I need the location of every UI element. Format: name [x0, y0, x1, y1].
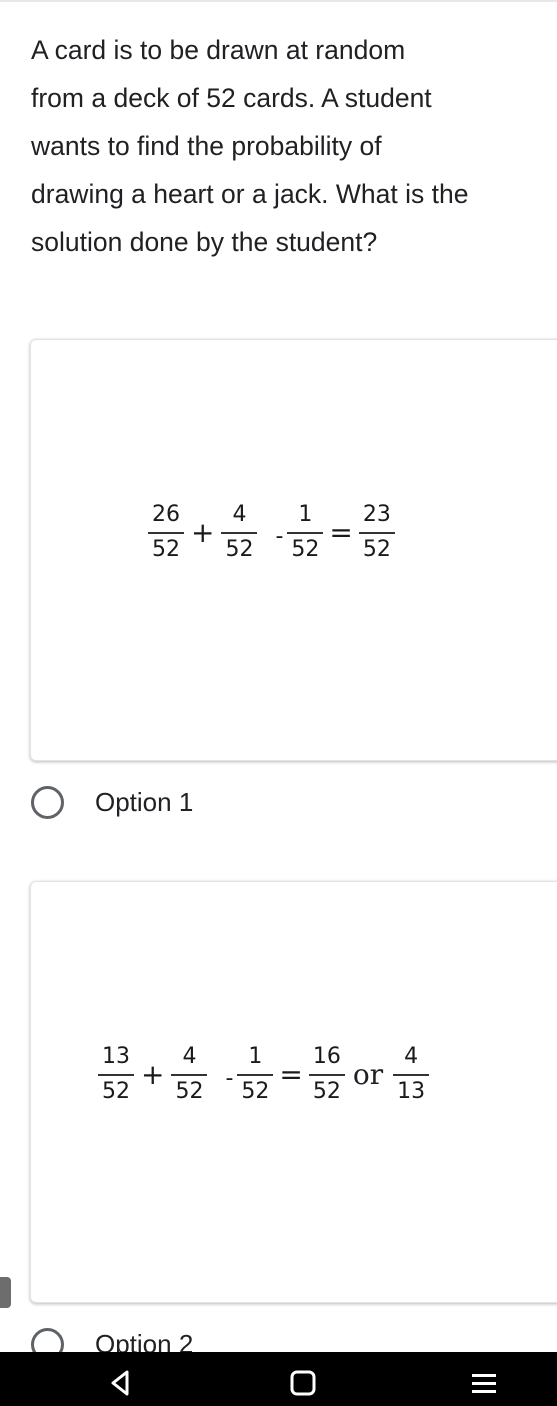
- fraction-bar: [308, 1074, 345, 1076]
- minus-sign: -: [225, 1066, 234, 1091]
- nav-recents-button[interactable]: [454, 1360, 514, 1406]
- option-1-formula: 26 52 + 4 52 - 1 52 = 23 52: [148, 502, 395, 563]
- fraction-bar: [98, 1074, 134, 1076]
- fraction-bar: [287, 532, 324, 534]
- question-line: wants to find the probability of: [31, 131, 382, 161]
- numerator: 26: [152, 502, 180, 527]
- denominator: 52: [312, 1079, 341, 1104]
- fraction: 4 52: [221, 502, 258, 563]
- fraction: 16 52: [308, 1044, 345, 1105]
- numerator: 23: [362, 502, 391, 527]
- system-navigation-bar: [0, 1352, 557, 1406]
- fraction-bar: [237, 1074, 274, 1076]
- denominator: 52: [225, 537, 254, 562]
- numerator: 1: [248, 1044, 263, 1069]
- option-2-formula: 13 52 + 4 52 - 1 52 = 16 52 or 4 13: [98, 1044, 430, 1105]
- denominator: 52: [152, 537, 180, 562]
- edge-scroll-tab[interactable]: [0, 1277, 11, 1308]
- plus-sign: +: [141, 1058, 165, 1091]
- fraction: 13 52: [98, 1044, 134, 1105]
- denominator: 52: [175, 1079, 204, 1104]
- plus-sign: +: [191, 516, 215, 549]
- fraction: 1 52: [287, 502, 324, 563]
- question-line: drawing a heart or a jack. What is the: [31, 179, 469, 209]
- fraction-bar: [221, 532, 258, 534]
- back-icon: [111, 1370, 129, 1396]
- home-icon: [290, 1370, 316, 1396]
- fraction-bar: [393, 1074, 430, 1076]
- numerator: 4: [232, 502, 247, 527]
- option-2-image-card: 13 52 + 4 52 - 1 52 = 16 52 or 4 13: [30, 881, 557, 1303]
- option-label[interactable]: Option 1: [95, 787, 193, 818]
- or-word: or: [352, 1058, 384, 1091]
- fraction-bar: [358, 532, 395, 534]
- option-1-image-card: 26 52 + 4 52 - 1 52 = 23 52: [30, 339, 557, 761]
- nav-back-button[interactable]: [90, 1360, 150, 1406]
- denominator: 52: [291, 537, 320, 562]
- question-line: solution done by the student?: [31, 227, 378, 257]
- fraction: 4 13: [393, 1044, 430, 1105]
- question-line: from a deck of 52 cards. A student: [31, 83, 432, 113]
- denominator: 13: [397, 1079, 426, 1104]
- option-1-choice[interactable]: Option 1: [31, 786, 193, 819]
- numerator: 4: [404, 1044, 419, 1069]
- menu-icon: [472, 1374, 496, 1393]
- equals-sign: =: [279, 1058, 303, 1091]
- minus-sign: -: [275, 524, 284, 549]
- denominator: 52: [362, 537, 391, 562]
- numerator: 4: [182, 1044, 197, 1069]
- fraction-bar: [148, 532, 184, 534]
- question-text: A card is to be drawn at random from a d…: [31, 26, 557, 266]
- denominator: 52: [102, 1079, 130, 1104]
- question-line: A card is to be drawn at random: [31, 35, 406, 65]
- fraction: 4 52: [171, 1044, 208, 1105]
- nav-home-button[interactable]: [273, 1360, 333, 1406]
- top-divider: [0, 0, 557, 2]
- fraction: 1 52: [237, 1044, 274, 1105]
- numerator: 1: [298, 502, 313, 527]
- equals-sign: =: [329, 516, 353, 549]
- denominator: 52: [241, 1079, 270, 1104]
- radio-button[interactable]: [31, 786, 64, 819]
- numerator: 16: [312, 1044, 341, 1069]
- numerator: 13: [102, 1044, 130, 1069]
- fraction-bar: [171, 1074, 208, 1076]
- fraction: 23 52: [358, 502, 395, 563]
- fraction: 26 52: [148, 502, 184, 563]
